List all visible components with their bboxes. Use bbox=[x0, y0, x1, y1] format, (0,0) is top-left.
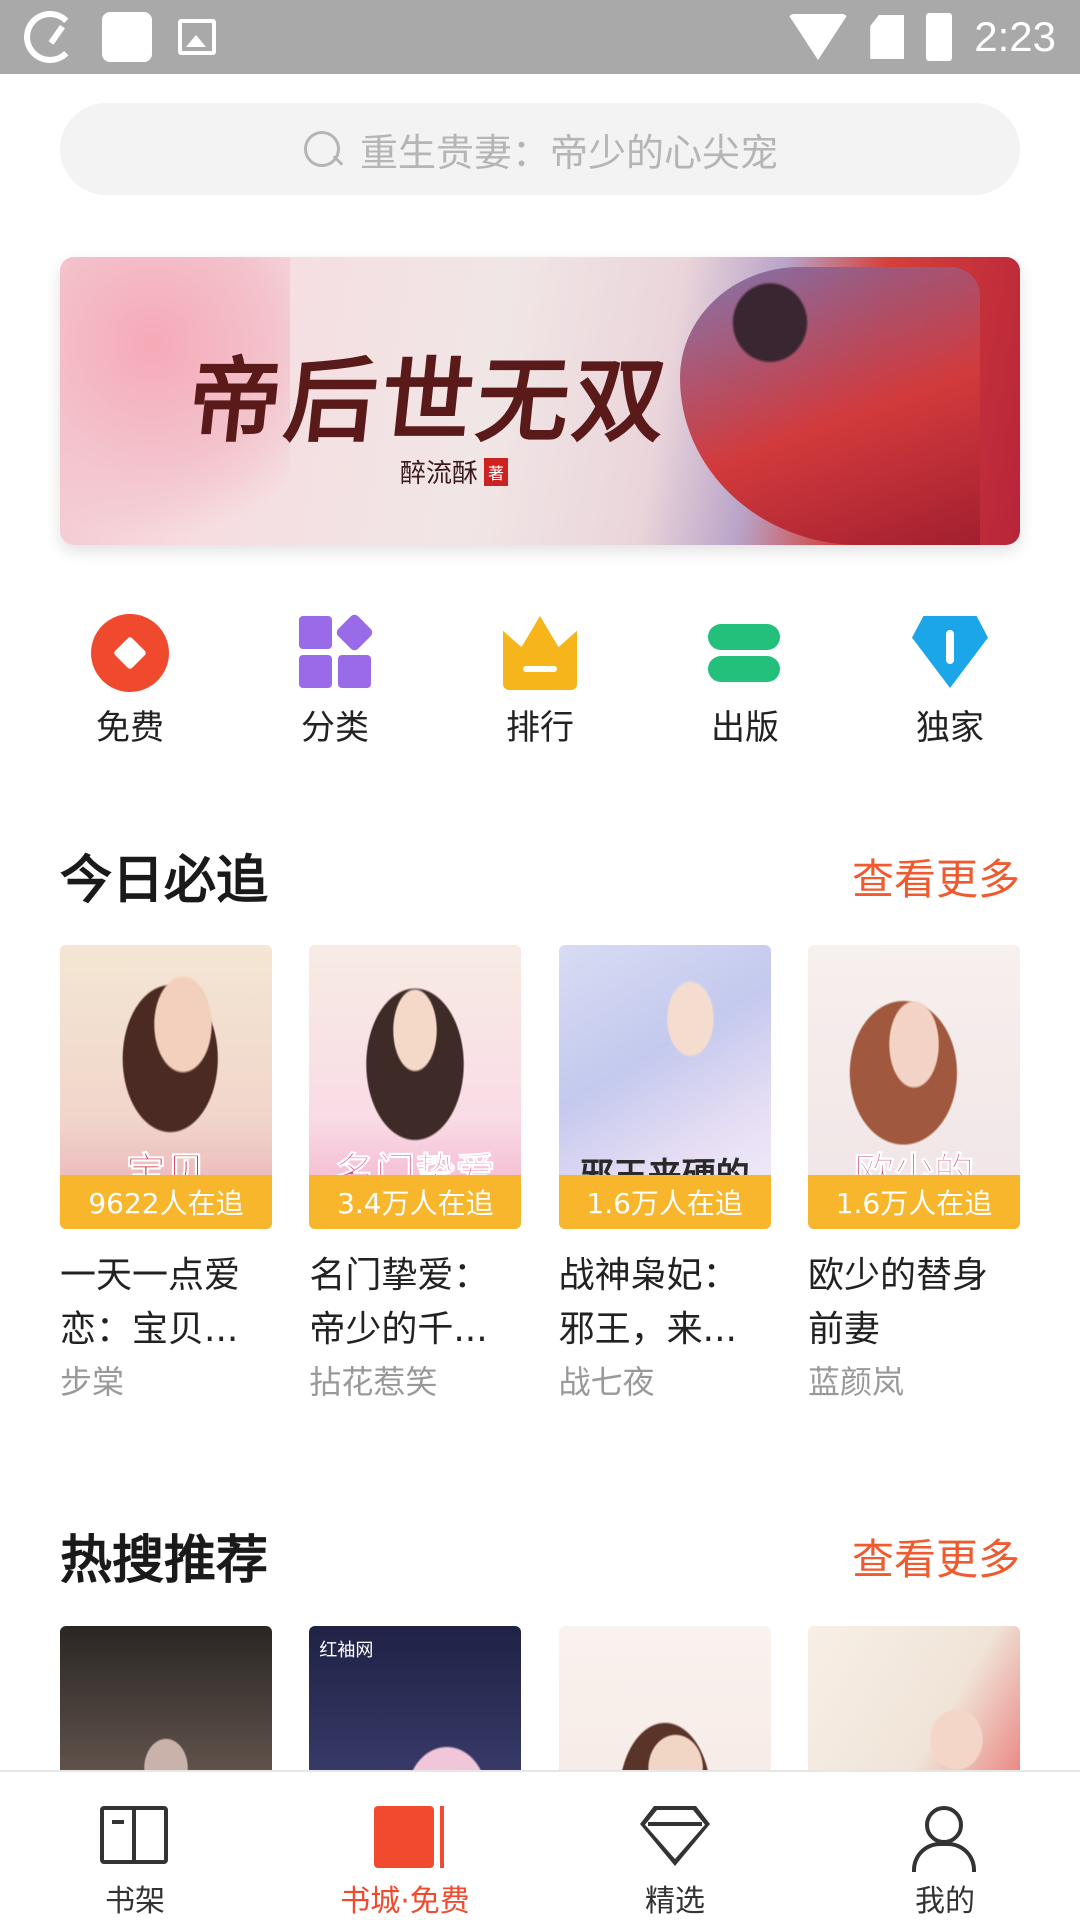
book-cover: 邪王来硬的 1.6万人在追 bbox=[558, 945, 771, 1229]
tab-label: 书架 bbox=[105, 1884, 165, 1919]
nav-label: 分类 bbox=[301, 708, 369, 748]
tab-label: 书城·免费 bbox=[340, 1884, 470, 1919]
tab-featured[interactable]: 精选 bbox=[540, 1772, 810, 1920]
nav-label: 出版 bbox=[711, 708, 779, 748]
book-card[interactable]: 欧少的 1.6万人在追 欧少的替身前妻 蓝颜岚 bbox=[807, 945, 1020, 1407]
bookshelf-icon bbox=[100, 1806, 170, 1868]
crown-icon bbox=[500, 612, 580, 692]
banner-title: 帝后世无双 bbox=[183, 347, 675, 455]
follower-badge: 1.6万人在追 bbox=[558, 1175, 771, 1229]
book-name: 一天一点爱恋：宝贝... bbox=[60, 1255, 241, 1350]
nav-label: 免费 bbox=[96, 708, 164, 748]
book-cover: 名门挚爱 3.4万人在追 bbox=[309, 945, 522, 1229]
section-title-hot: 热搜推荐 bbox=[60, 1531, 269, 1591]
status-right: 2:23 bbox=[788, 10, 1056, 64]
status-left bbox=[24, 10, 216, 64]
book-card[interactable]: 邪王来硬的 1.6万人在追 战神枭妃：邪王，来... 战七夜 bbox=[558, 945, 771, 1407]
banner-character-art bbox=[680, 267, 980, 545]
book-card[interactable]: 宝贝 9622人在追 一天一点爱恋：宝贝... 步棠 bbox=[60, 945, 272, 1407]
no-sim-icon bbox=[870, 15, 905, 59]
status-time: 2:23 bbox=[974, 13, 1056, 60]
nav-free[interactable]: 免费 bbox=[60, 612, 200, 752]
nav-label: 独家 bbox=[916, 708, 984, 748]
book-name: 欧少的替身前妻 bbox=[807, 1255, 988, 1350]
search-icon bbox=[302, 129, 342, 169]
book-name: 名门挚爱：帝少的千... bbox=[309, 1255, 490, 1350]
quick-nav: 免费 分类 排行 出版 独家 bbox=[60, 612, 1020, 752]
free-icon bbox=[90, 612, 170, 692]
nav-label: 排行 bbox=[506, 708, 574, 748]
publish-icon bbox=[705, 612, 785, 692]
book-author: 步棠 bbox=[60, 1363, 125, 1401]
nav-category[interactable]: 分类 bbox=[265, 612, 405, 752]
book-author: 蓝颜岚 bbox=[807, 1363, 904, 1401]
book-card[interactable]: 名门挚爱 3.4万人在追 名门挚爱：帝少的千... 拈花惹笑 bbox=[309, 945, 522, 1407]
see-more-link-hot[interactable]: 查看更多 bbox=[852, 1526, 1020, 1587]
book-cover: 欧少的 1.6万人在追 bbox=[807, 945, 1020, 1229]
banner-author-name: 醉流酥 bbox=[400, 459, 479, 489]
profile-icon bbox=[910, 1806, 980, 1872]
see-more-link-today[interactable]: 查看更多 bbox=[852, 846, 1020, 907]
book-author: 战七夜 bbox=[558, 1363, 655, 1401]
bottom-tab-bar: 书架 书城·免费 精选 我的 bbox=[0, 1770, 1080, 1920]
follower-badge: 1.6万人在追 bbox=[807, 1175, 1020, 1229]
book-name: 战神枭妃：邪王，来... bbox=[558, 1255, 739, 1350]
promo-banner[interactable]: 帝后世无双 醉流酥 著 bbox=[60, 257, 1020, 545]
status-bar: 2:23 bbox=[0, 0, 1080, 74]
category-icon bbox=[295, 612, 375, 692]
book-row-today: 宝贝 9622人在追 一天一点爱恋：宝贝... 步棠 名门挚爱 3.4万人在追 … bbox=[60, 945, 1020, 1407]
speedometer-icon bbox=[24, 11, 76, 63]
search-bar[interactable]: 重生贵妻：帝少的心尖宠 bbox=[60, 103, 1020, 195]
image-icon bbox=[178, 19, 216, 55]
tab-profile[interactable]: 我的 bbox=[810, 1772, 1080, 1920]
tab-bookshelf[interactable]: 书架 bbox=[0, 1772, 270, 1920]
follower-badge: 3.4万人在追 bbox=[309, 1175, 522, 1229]
follower-badge: 9622人在追 bbox=[60, 1175, 272, 1229]
wifi-icon bbox=[788, 14, 849, 60]
book-author: 拈花惹笑 bbox=[309, 1363, 438, 1401]
nav-publish[interactable]: 出版 bbox=[675, 612, 815, 752]
app-notification-icon bbox=[102, 12, 152, 62]
cover-publisher-tag: 红袖网 bbox=[319, 1640, 374, 1661]
exclusive-icon bbox=[910, 612, 990, 692]
tab-label: 我的 bbox=[915, 1884, 975, 1919]
banner-author-seal: 著 bbox=[484, 457, 509, 486]
banner-author: 醉流酥 著 bbox=[400, 453, 509, 490]
diamond-icon bbox=[640, 1806, 710, 1868]
section-title-today: 今日必追 bbox=[60, 851, 269, 911]
bookstore-icon bbox=[370, 1806, 444, 1868]
nav-exclusive[interactable]: 独家 bbox=[880, 612, 1020, 752]
book-cover: 宝贝 9622人在追 bbox=[60, 945, 272, 1229]
tab-bookstore[interactable]: 书城·免费 bbox=[270, 1772, 540, 1920]
battery-charging-icon bbox=[926, 13, 953, 61]
search-placeholder: 重生贵妻：帝少的心尖宠 bbox=[359, 130, 778, 175]
tab-label: 精选 bbox=[645, 1884, 705, 1919]
nav-ranking[interactable]: 排行 bbox=[470, 612, 610, 752]
